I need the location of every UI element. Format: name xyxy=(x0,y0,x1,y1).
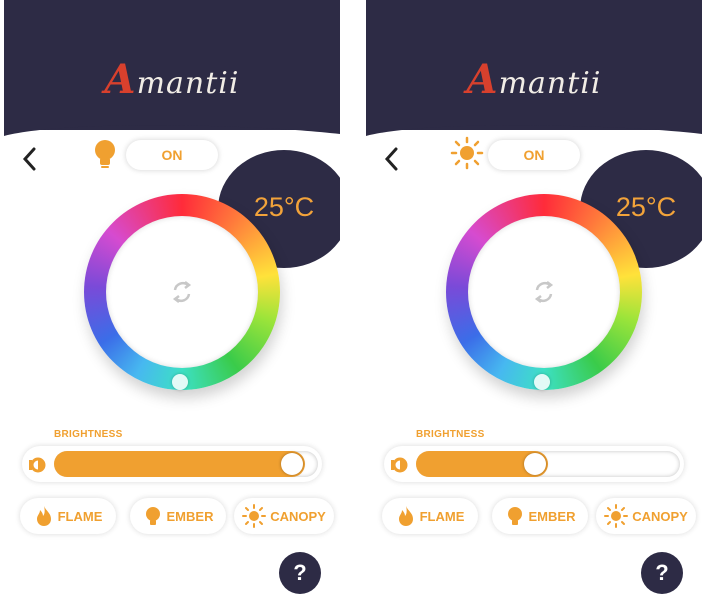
ember-button[interactable]: EMBER xyxy=(130,498,226,534)
flame-button[interactable]: FLAME xyxy=(20,498,116,534)
flame-label: FLAME xyxy=(419,508,465,524)
sun-icon xyxy=(604,504,629,528)
sun-icon xyxy=(242,504,267,528)
brightness-thumb[interactable] xyxy=(281,453,303,475)
chevron-left-icon xyxy=(384,147,398,171)
app-screen-canopy-mode: Amantii ON 25°C BRIGHTNESS FLAME EMBER C… xyxy=(366,0,702,598)
canopy-label: CANOPY xyxy=(270,508,326,524)
canopy-button[interactable]: CANOPY xyxy=(234,498,334,534)
brightness-label: BRIGHTNESS xyxy=(54,429,123,440)
ember-label: EMBER xyxy=(528,508,576,524)
power-toggle[interactable]: ON xyxy=(126,140,218,170)
bulb-icon xyxy=(95,140,115,168)
brightness-slider[interactable] xyxy=(54,451,318,477)
color-wheel-center xyxy=(468,216,620,368)
flame-label: FLAME xyxy=(57,508,103,524)
color-wheel-handle[interactable] xyxy=(534,374,550,390)
logo-rest: mantii xyxy=(498,66,602,101)
mode-buttons: FLAME EMBER CANOPY xyxy=(20,498,334,536)
canopy-button[interactable]: CANOPY xyxy=(596,498,696,534)
help-button[interactable]: ? xyxy=(279,552,321,594)
logo-initial: A xyxy=(466,56,499,103)
amantii-logo: Amantii xyxy=(4,56,340,103)
color-wheel-handle[interactable] xyxy=(172,374,188,390)
logo-rest: mantii xyxy=(136,66,240,101)
brightness-control xyxy=(384,446,684,482)
app-screen-ember-mode: Amantii ON 25°C BRIGHTNESS FLAME EMBER C… xyxy=(4,0,340,598)
brightness-fill xyxy=(54,451,305,477)
brightness-slider[interactable] xyxy=(416,451,680,477)
back-button[interactable] xyxy=(16,142,44,176)
bulb-icon xyxy=(507,507,522,525)
back-button[interactable] xyxy=(378,142,406,176)
ember-button[interactable]: EMBER xyxy=(492,498,588,534)
flame-button[interactable]: FLAME xyxy=(382,498,478,534)
bulb-icon xyxy=(145,507,160,525)
color-wheel[interactable] xyxy=(84,194,280,390)
brightness-thumb[interactable] xyxy=(524,453,546,475)
mode-buttons: FLAME EMBER CANOPY xyxy=(382,498,696,536)
flame-icon xyxy=(36,506,51,526)
flame-icon xyxy=(398,506,413,526)
brightness-control xyxy=(22,446,322,482)
sync-icon[interactable] xyxy=(168,278,196,306)
power-toggle[interactable]: ON xyxy=(488,140,580,170)
logo-initial: A xyxy=(104,56,137,103)
color-wheel[interactable] xyxy=(446,194,642,390)
sync-icon[interactable] xyxy=(530,278,558,306)
amantii-logo: Amantii xyxy=(366,56,702,103)
canopy-label: CANOPY xyxy=(632,508,688,524)
brightness-label: BRIGHTNESS xyxy=(416,429,485,440)
sun-icon xyxy=(450,136,484,170)
ember-label: EMBER xyxy=(166,508,214,524)
brightness-icon xyxy=(29,457,46,473)
help-button[interactable]: ? xyxy=(641,552,683,594)
chevron-left-icon xyxy=(22,147,36,171)
brightness-icon xyxy=(391,457,408,473)
color-wheel-center xyxy=(106,216,258,368)
